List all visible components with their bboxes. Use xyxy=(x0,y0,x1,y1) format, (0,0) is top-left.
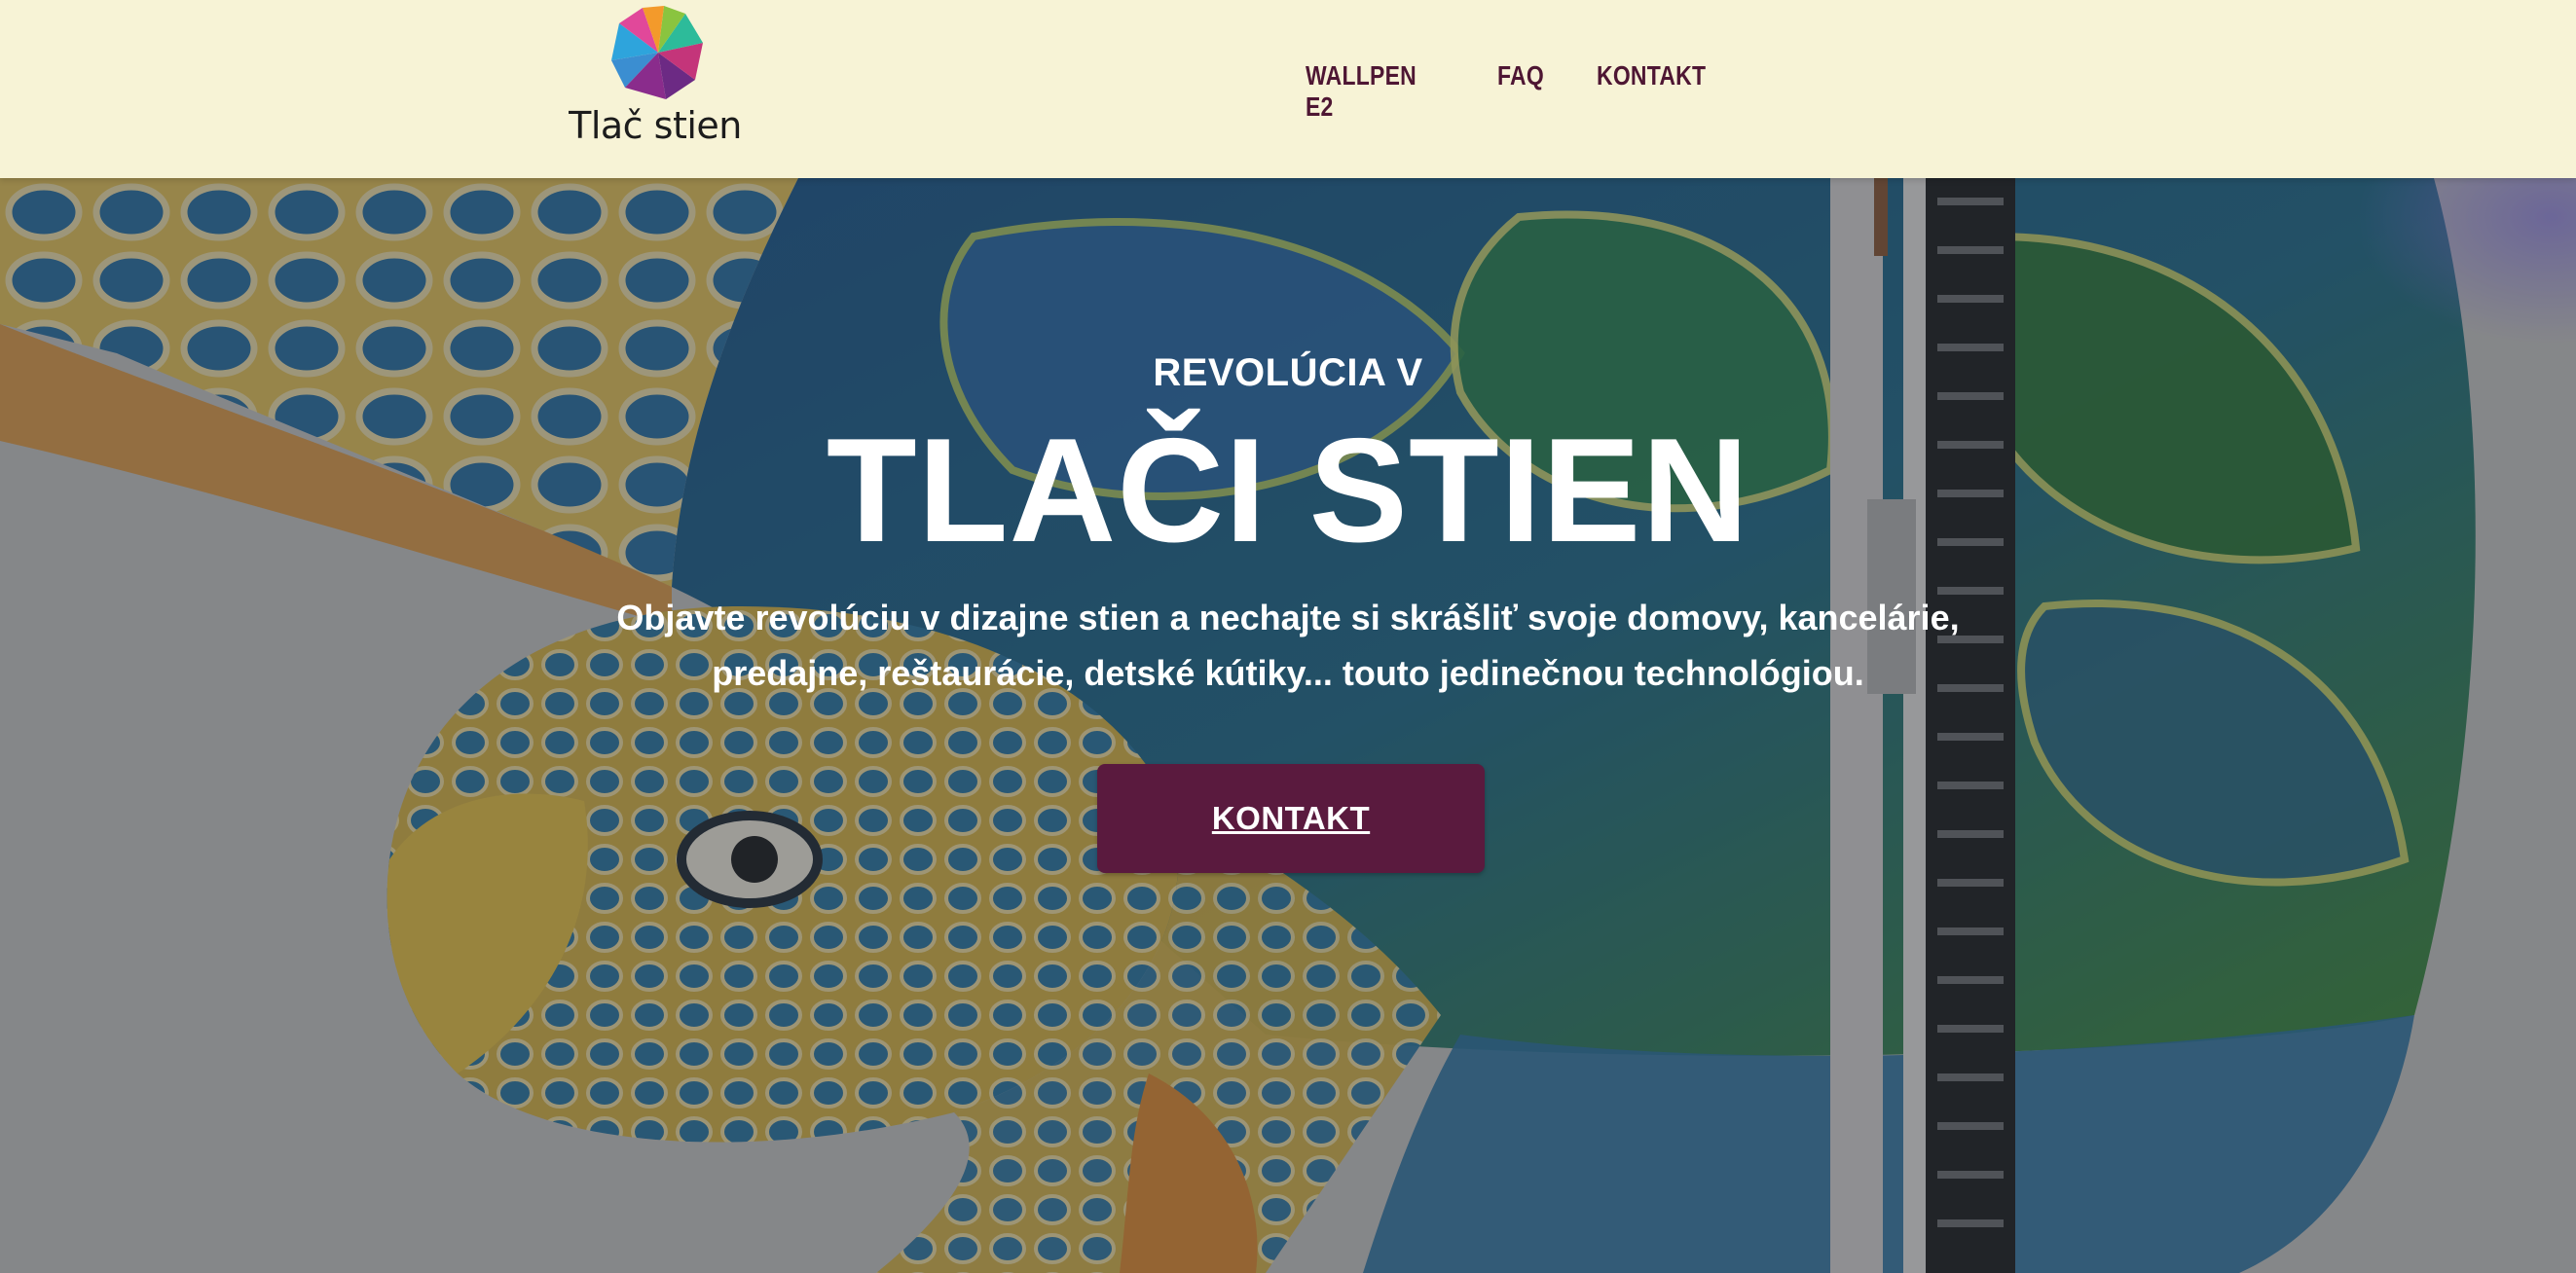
logo-mark-icon xyxy=(611,6,703,99)
hero-headline: TLAČI STIEN xyxy=(826,408,1750,573)
logo[interactable]: Tlač stien xyxy=(563,0,748,156)
hero-lead: Objavte revolúciu v dizajne stien a nech… xyxy=(526,590,2050,701)
nav-item-wallpen-e2[interactable]: WALLPEN E2 xyxy=(1306,60,1417,123)
hero-lead-line-1: Objavte revolúciu v dizajne stien a nech… xyxy=(616,598,1960,637)
hero-content: REVOLÚCIA V TLAČI STIEN Objavte revolúci… xyxy=(0,178,2576,1273)
logo-text: Tlač stien xyxy=(569,104,742,147)
site-header: Tlač stien WALLPEN E2 FAQ KONTAKT xyxy=(0,0,2576,178)
nav-item-kontakt[interactable]: KONTAKT xyxy=(1597,60,1706,91)
contact-button[interactable]: KONTAKT xyxy=(1097,764,1485,873)
hero-lead-line-2: predajne, reštaurácie, detské kútiky... … xyxy=(712,653,1864,693)
hero-eyebrow: REVOLÚCIA V xyxy=(1153,351,1423,394)
hero-section: REVOLÚCIA V TLAČI STIEN Objavte revolúci… xyxy=(0,178,2576,1273)
nav-item-faq[interactable]: FAQ xyxy=(1497,60,1544,91)
